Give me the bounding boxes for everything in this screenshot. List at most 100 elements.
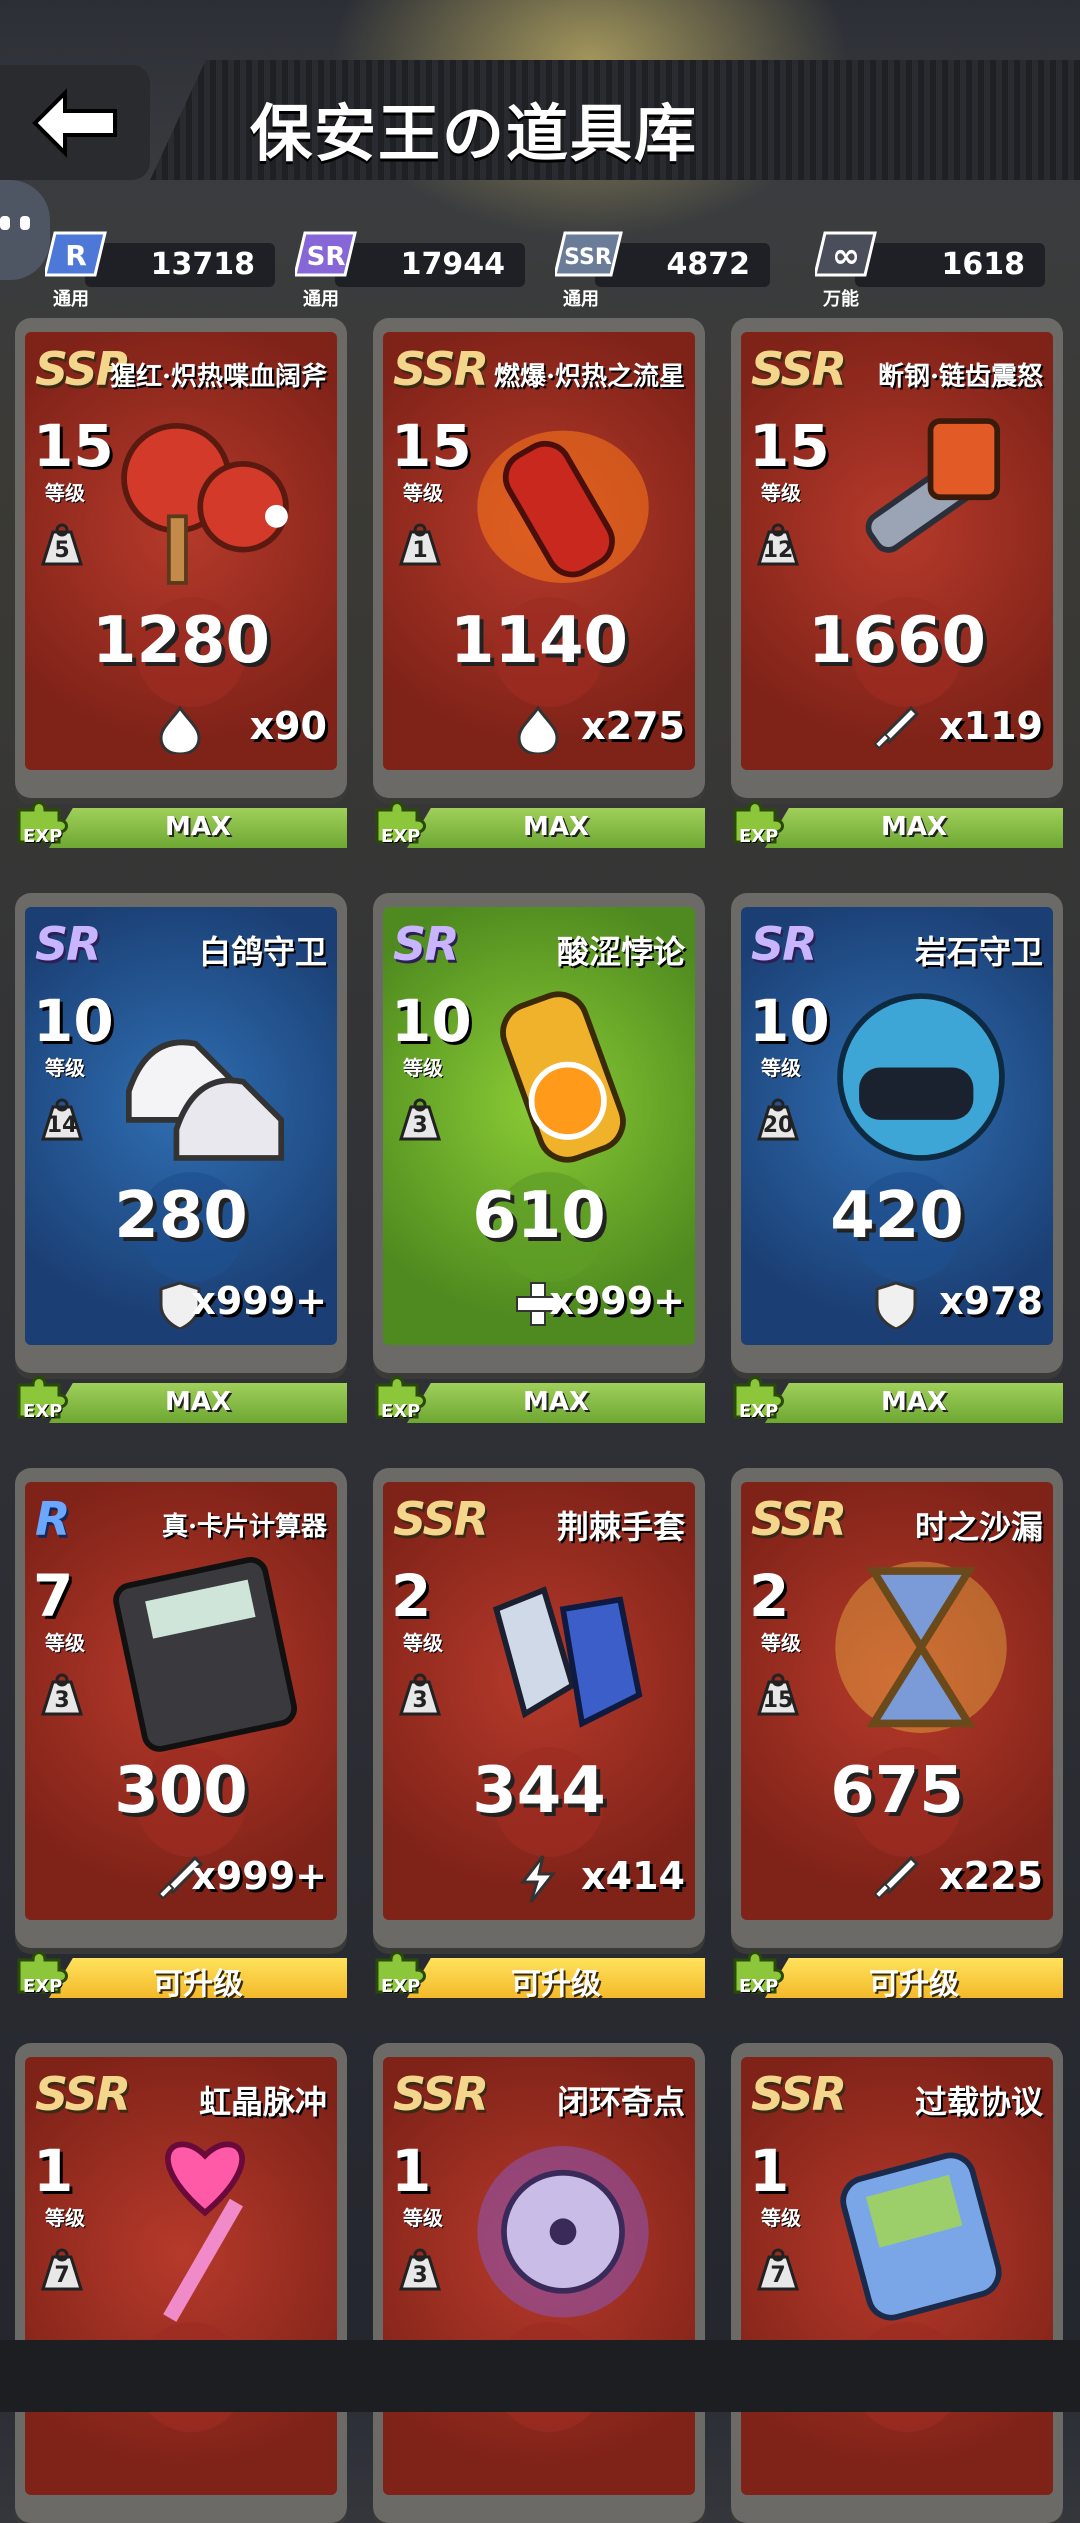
item-card[interactable]: SSR 虹晶脉冲 1 等级 7: [15, 2043, 347, 2523]
exp-state-label: MAX: [522, 812, 590, 842]
item-card[interactable]: SSR 荆棘手套 2 等级 3 344 x414: [373, 1468, 705, 1948]
rarity-label: SSR: [35, 2067, 131, 2121]
currency-value: 13718: [150, 247, 255, 282]
exp-state-label: 可升级: [511, 1967, 601, 2002]
rarity-label: SSR: [393, 1492, 489, 1546]
exp-bar[interactable]: EXP MAX: [373, 800, 705, 850]
rarity-label: R: [35, 1492, 70, 1546]
header: 保安王の道具库: [0, 55, 1080, 195]
level-label: 等级: [761, 481, 801, 505]
svg-text:SR: SR: [307, 242, 346, 272]
currency-sub-label: 通用: [563, 289, 599, 310]
level-label: 等级: [403, 1056, 443, 1080]
bolt-icon: [519, 1855, 557, 1903]
item-card[interactable]: SR 岩石守卫 10 等级 20 420 x978: [731, 893, 1063, 1373]
item-level: 2: [749, 1562, 790, 1630]
item-power: 280: [114, 1179, 248, 1253]
item-name: 岩石守卫: [914, 933, 1043, 971]
item-count: x999+: [191, 1854, 327, 1898]
weight-icon: 3: [397, 1097, 443, 1143]
item-count: x999+: [191, 1279, 327, 1323]
item-level: 15: [749, 412, 830, 480]
item-count: x225: [939, 1854, 1043, 1898]
exp-bar[interactable]: EXP MAX: [15, 1375, 347, 1425]
item-card[interactable]: SR 酸涩悖论 10 等级 3 610 x999+: [373, 893, 705, 1373]
back-arrow-icon: [32, 87, 117, 158]
currency-row: R 通用 13718 SR 通用 17944 SSR 通用 4872 ∞ 万能 …: [0, 225, 1080, 310]
weight-icon: 20: [755, 1097, 801, 1143]
item-name: 白鸽守卫: [198, 933, 327, 971]
exp-bar[interactable]: EXP MAX: [731, 1375, 1063, 1425]
item-power: 1140: [449, 604, 629, 678]
currency-value: 1618: [941, 247, 1026, 282]
item-art-icon: [125, 1039, 285, 1161]
item-card[interactable]: SSR 燃爆·炽热之流星 15 等级 1 1140 x275: [373, 318, 705, 798]
weight-value: 3: [412, 1113, 428, 1138]
sword-icon: [873, 705, 920, 750]
item-art-icon: [477, 2146, 649, 2318]
weight-icon: 14: [39, 1097, 85, 1143]
item-name: 真·卡片计算器: [161, 1512, 327, 1542]
item-count: x275: [581, 704, 685, 748]
exp-bar[interactable]: EXP MAX: [731, 800, 1063, 850]
level-label: 等级: [761, 1631, 801, 1655]
exp-bar[interactable]: EXP MAX: [373, 1375, 705, 1425]
item-art-icon: [113, 1556, 297, 1752]
item-card[interactable]: SSR 过载协议 1 等级 7: [731, 2043, 1063, 2523]
exp-bar[interactable]: EXP 可升级: [731, 1950, 1063, 2002]
weight-value: 7: [770, 2263, 786, 2288]
item-level: 15: [391, 412, 472, 480]
weight-value: 1: [412, 538, 428, 563]
weight-value: 14: [46, 1113, 78, 1138]
weight-icon: 15: [755, 1672, 801, 1718]
item-card[interactable]: SSR 猩红·炽热喋血阔斧 15 等级 5 1280 x90: [15, 318, 347, 798]
weight-value: 3: [54, 1688, 70, 1713]
shield-icon: [875, 1281, 917, 1329]
weight-icon: 7: [755, 2247, 801, 2293]
item-level: 10: [33, 987, 114, 1055]
exp-bar[interactable]: EXP 可升级: [15, 1950, 347, 2002]
svg-text:∞: ∞: [832, 236, 860, 276]
level-label: 等级: [761, 1056, 801, 1080]
item-art-icon: [163, 2141, 245, 2322]
fire-icon: [517, 705, 559, 754]
item-power: 675: [830, 1754, 964, 1828]
item-card[interactable]: SR 白鸽守卫 10 等级 14 280 x999+: [15, 893, 347, 1373]
exp-state-label: MAX: [164, 1387, 232, 1417]
item-art-icon: [121, 422, 289, 585]
ssr-token-icon: SSR: [555, 231, 623, 277]
rarity-label: SR: [751, 917, 818, 971]
item-power: 344: [472, 1754, 606, 1828]
rarity-label: SR: [35, 917, 102, 971]
item-power: 300: [114, 1754, 248, 1828]
item-card[interactable]: SSR 闭环奇点 1 等级 3: [373, 2043, 705, 2523]
item-art-icon: [840, 2152, 1002, 2321]
exp-state-label: MAX: [880, 812, 948, 842]
infinity-token-icon: ∞: [815, 231, 877, 277]
item-level: 7: [33, 1562, 74, 1630]
exp-bar[interactable]: EXP MAX: [15, 800, 347, 850]
card-face: SR 岩石守卫 10 等级 20 420 x978: [741, 907, 1053, 1345]
rarity-label: SSR: [751, 1492, 847, 1546]
exp-state-label: MAX: [880, 1387, 948, 1417]
back-button[interactable]: [0, 65, 150, 180]
item-level: 10: [391, 987, 472, 1055]
weight-value: 7: [54, 2263, 70, 2288]
item-level: 15: [33, 412, 114, 480]
level-label: 等级: [403, 1631, 443, 1655]
exp-bar[interactable]: EXP 可升级: [373, 1950, 705, 2002]
rarity-label: SSR: [393, 342, 489, 396]
item-card[interactable]: SSR 时之沙漏 2 等级 15 675 x225: [731, 1468, 1063, 1948]
item-power: 610: [472, 1179, 606, 1253]
item-card[interactable]: SSR 断钢·链齿震怒 15 等级 12 1660 x119: [731, 318, 1063, 798]
weight-icon: 1: [397, 522, 443, 568]
rarity-label: SSR: [751, 342, 847, 396]
card-face: SSR 虹晶脉冲 1 等级 7: [25, 2057, 337, 2495]
item-name: 断钢·链齿震怒: [877, 362, 1043, 392]
weight-value: 3: [412, 1688, 428, 1713]
level-label: 等级: [45, 1056, 85, 1080]
card-face: SSR 燃爆·炽热之流星 15 等级 1 1140 x275: [383, 332, 695, 770]
item-name: 荆棘手套: [556, 1508, 685, 1546]
item-card[interactable]: R 真·卡片计算器 7 等级 3 300 x999+: [15, 1468, 347, 1948]
item-count: x978: [939, 1279, 1043, 1323]
